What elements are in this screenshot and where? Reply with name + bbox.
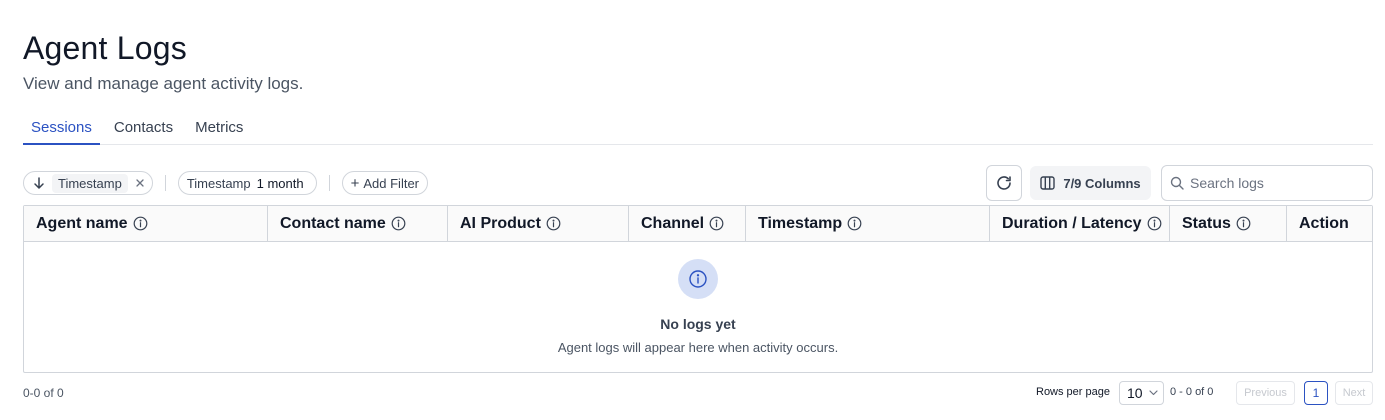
columns-icon — [1040, 176, 1056, 190]
tab-bar: Sessions Contacts Metrics — [23, 110, 1373, 145]
sort-chip-label: Timestamp — [52, 173, 128, 193]
results-summary: 0-0 of 0 — [23, 386, 64, 400]
arrow-down-icon — [34, 177, 44, 189]
info-icon[interactable] — [133, 216, 148, 231]
add-filter-button[interactable]: + Add Filter — [341, 171, 429, 195]
column-contact-name[interactable]: Contact name — [268, 206, 448, 241]
info-icon[interactable] — [709, 216, 724, 231]
column-label: Action — [1299, 214, 1349, 232]
tab-metrics[interactable]: Metrics — [187, 110, 251, 145]
column-label: Status — [1182, 214, 1231, 232]
empty-state-description: Agent logs will appear here when activit… — [557, 340, 839, 355]
column-duration-latency[interactable]: Duration / Latency — [990, 206, 1170, 241]
range-chip-label: Timestamp — [186, 175, 251, 191]
filter-divider — [328, 175, 330, 191]
columns-button[interactable]: 7/9 Columns — [1030, 166, 1151, 200]
column-status[interactable]: Status — [1170, 206, 1287, 241]
close-icon[interactable] — [134, 177, 146, 189]
page-number-button[interactable]: 1 — [1304, 381, 1328, 405]
info-icon — [678, 259, 718, 299]
column-channel[interactable]: Channel — [629, 206, 746, 241]
refresh-icon — [997, 176, 1011, 190]
plus-icon: + — [350, 174, 360, 192]
tab-contacts[interactable]: Contacts — [106, 110, 181, 145]
info-icon[interactable] — [546, 216, 561, 231]
rows-per-page-label: Rows per page — [1036, 386, 1110, 398]
search-icon — [1170, 176, 1184, 190]
pagination-range: 0 - 0 of 0 — [1170, 386, 1214, 398]
filter-bar: Timestamp Timestamp 1 month + Add Filter — [23, 171, 429, 195]
column-label: AI Product — [460, 214, 541, 232]
chevron-down-icon — [1148, 390, 1158, 396]
column-action: Action — [1287, 206, 1372, 241]
rows-per-page-value: 10 — [1127, 385, 1143, 401]
add-filter-label: Add Filter — [363, 175, 420, 191]
filter-divider — [164, 175, 166, 191]
column-label: Timestamp — [758, 214, 843, 232]
column-agent-name[interactable]: Agent name — [24, 206, 268, 241]
next-page-button[interactable]: Next — [1335, 381, 1373, 405]
column-label: Contact name — [280, 214, 386, 232]
tab-sessions[interactable]: Sessions — [23, 110, 100, 145]
refresh-button[interactable] — [986, 165, 1022, 201]
info-icon[interactable] — [1236, 216, 1251, 231]
info-icon[interactable] — [1147, 216, 1162, 231]
column-label: Channel — [641, 214, 705, 232]
columns-label: 7/9 Columns — [1063, 175, 1141, 191]
search-input[interactable] — [1190, 175, 1370, 191]
page-subtitle: View and manage agent activity logs. — [23, 74, 304, 93]
column-timestamp[interactable]: Timestamp — [746, 206, 990, 241]
timestamp-range-chip[interactable]: Timestamp 1 month — [177, 171, 317, 195]
rows-per-page-select[interactable]: 10 — [1119, 381, 1164, 405]
empty-state: No logs yet Agent logs will appear here … — [24, 242, 1372, 372]
empty-state-title: No logs yet — [660, 316, 736, 332]
sort-chip[interactable]: Timestamp — [23, 171, 153, 195]
column-label: Agent name — [36, 214, 128, 232]
previous-page-button[interactable]: Previous — [1236, 381, 1295, 405]
column-ai-product[interactable]: AI Product — [448, 206, 629, 241]
column-label: Duration / Latency — [1002, 214, 1142, 232]
info-icon[interactable] — [847, 216, 862, 231]
logs-table: Agent name Contact name AI Product Chann… — [23, 205, 1373, 373]
page-title: Agent Logs — [23, 30, 187, 66]
search-box[interactable] — [1161, 165, 1373, 201]
info-icon[interactable] — [391, 216, 406, 231]
range-chip-value: 1 month — [256, 175, 304, 191]
table-header: Agent name Contact name AI Product Chann… — [24, 206, 1372, 242]
